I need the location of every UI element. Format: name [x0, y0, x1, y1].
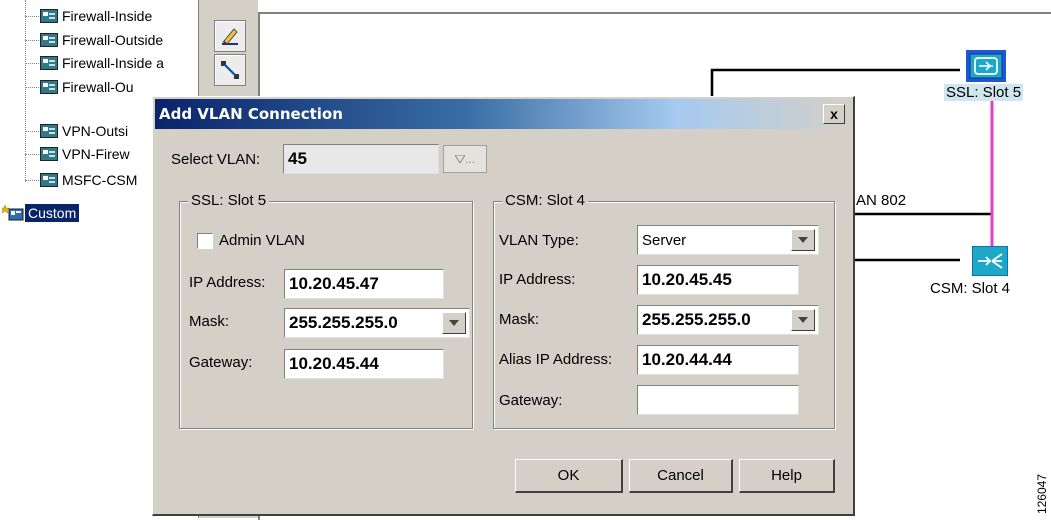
- help-button[interactable]: Help: [739, 459, 835, 493]
- csm-group-title: CSM: Slot 4: [502, 192, 589, 209]
- ssl-mask-label: Mask:: [189, 313, 230, 330]
- tree-connector: [25, 16, 39, 17]
- ssl-mask-value: 255.255.255.0: [289, 313, 398, 332]
- cancel-button[interactable]: Cancel: [629, 459, 733, 493]
- ssl-group-title: SSL: Slot 5: [188, 192, 270, 209]
- tree-connector: [25, 154, 39, 155]
- ssl-mask-select[interactable]: 255.255.255.0: [284, 308, 470, 338]
- chevron-down-icon[interactable]: [791, 229, 815, 251]
- close-icon: x: [830, 106, 838, 122]
- vlan-node-icon: [40, 9, 58, 23]
- filter-icon: [454, 155, 465, 163]
- tree-item-label: Firewall-Inside: [62, 8, 153, 24]
- vlan-type-select[interactable]: Server: [637, 225, 819, 255]
- alias-ip-label: Alias IP Address:: [499, 351, 613, 368]
- ssl-ip-label: IP Address:: [189, 274, 266, 291]
- ssl-device-label: SSL: Slot 5: [944, 84, 1024, 101]
- tree-item-label: Firewall-Inside a: [62, 55, 164, 71]
- ok-button[interactable]: OK: [515, 459, 623, 493]
- tree-item-label: VPN-Outsi: [62, 123, 129, 139]
- vlan-type-label: VLAN Type:: [499, 232, 579, 249]
- csm-ip-input[interactable]: 10.20.45.45: [637, 265, 799, 295]
- vlan-node-icon: [40, 33, 58, 47]
- tree-connector: [25, 40, 39, 41]
- ssl-module-icon[interactable]: [966, 50, 1006, 82]
- csm-mask-label: Mask:: [499, 311, 540, 328]
- ssl-ip-input[interactable]: 10.20.45.47: [284, 269, 444, 299]
- connector-icon: [221, 61, 239, 79]
- figure-number: 126047: [1035, 473, 1049, 514]
- vlan-type-value: Server: [642, 232, 687, 249]
- tree-item-label: Custom: [25, 204, 80, 222]
- ssl-gateway-label: Gateway:: [189, 354, 253, 371]
- tree-connector: [25, 180, 39, 181]
- chevron-down-icon[interactable]: [442, 312, 466, 334]
- add-vlan-connection-dialog: Add VLAN Connection x Select VLAN: 45 ..…: [152, 96, 855, 516]
- csm-gateway-label: Gateway:: [499, 392, 563, 409]
- dialog-titlebar[interactable]: Add VLAN Connection x: [155, 99, 851, 129]
- chevron-down-icon[interactable]: [791, 309, 815, 331]
- tree-item-firewall-outside[interactable]: Firewall-Outside: [40, 30, 198, 50]
- csm-mask-select[interactable]: 255.255.255.0: [637, 305, 819, 335]
- tree-item-firewall-ou[interactable]: Firewall-Ou: [40, 77, 150, 97]
- connect-tool-button[interactable]: [214, 54, 246, 86]
- tree-item-vpn-outsi[interactable]: VPN-Outsi: [40, 121, 150, 141]
- tree-connector: [25, 131, 39, 132]
- tree-item-firewall-inside-a[interactable]: Firewall-Inside a: [40, 53, 198, 73]
- admin-vlan-checkbox[interactable]: [197, 233, 213, 249]
- pencil-ruler-icon: [222, 28, 238, 45]
- tree-item-custom[interactable]: Custom: [2, 203, 152, 223]
- close-button[interactable]: x: [823, 104, 845, 124]
- csm-mask-value: 255.255.255.0: [642, 310, 751, 329]
- tree-item-label: Firewall-Outside: [62, 32, 164, 48]
- csm-device-label: CSM: Slot 4: [930, 280, 1011, 297]
- dialog-title: Add VLAN Connection: [159, 105, 343, 123]
- vlan-node-icon: [40, 147, 58, 161]
- admin-vlan-label: Admin VLAN: [219, 232, 305, 249]
- vlan-node-icon: [40, 80, 58, 94]
- tree-item-label: Firewall-Ou: [62, 79, 134, 95]
- tree-connector: [25, 63, 39, 64]
- tree-item-label: VPN-Firew: [62, 146, 130, 162]
- select-vlan-field[interactable]: 45: [283, 144, 439, 174]
- csm-gateway-input[interactable]: [637, 385, 799, 415]
- vlan-link-label: AN 802: [856, 192, 907, 209]
- vlan-node-icon: [40, 173, 58, 187]
- ssl-gateway-input[interactable]: 10.20.45.44: [284, 349, 444, 379]
- select-vlan-label: Select VLAN:: [171, 151, 261, 168]
- custom-folder-icon: [2, 204, 24, 221]
- vlan-node-icon: [40, 124, 58, 138]
- tree-item-label: MSFC-CSM: [62, 172, 138, 188]
- tree-connector: [25, 87, 39, 88]
- vlan-browse-label: ...: [464, 152, 475, 166]
- tree-item-msfc-csm[interactable]: MSFC-CSM: [40, 170, 150, 190]
- alias-ip-input[interactable]: 10.20.44.44: [637, 345, 799, 375]
- tree-item-vpn-firew[interactable]: VPN-Firew: [40, 144, 150, 164]
- tree-item-firewall-inside[interactable]: Firewall-Inside: [40, 6, 198, 26]
- vlan-node-icon: [40, 56, 58, 70]
- vlan-browse-button[interactable]: ...: [443, 145, 487, 173]
- csm-module-icon[interactable]: [972, 246, 1008, 276]
- csm-ip-label: IP Address:: [499, 271, 576, 288]
- edit-tool-button[interactable]: [214, 20, 246, 52]
